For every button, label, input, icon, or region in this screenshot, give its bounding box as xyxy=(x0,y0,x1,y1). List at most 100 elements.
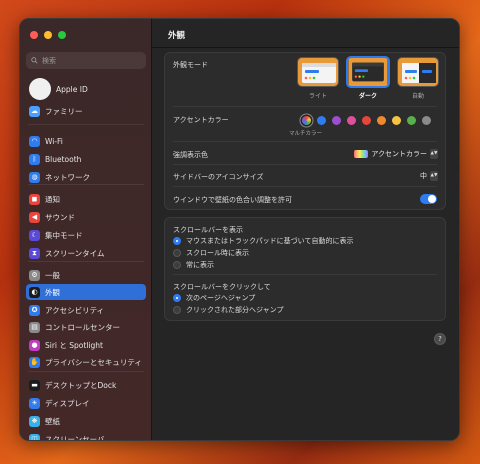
wallpaper-tint-label: ウインドウで壁紙の色合い調整を許可 xyxy=(173,196,292,204)
sidebar-icon-size-label: サイドバーのアイコンサイズ xyxy=(173,173,264,181)
radio-label: マウスまたはトラックパッドに基づいて自動的に表示 xyxy=(186,237,354,245)
row-divider xyxy=(173,186,437,187)
sidebar-item-screensaver[interactable]: ◫ スクリーンセーバ xyxy=(26,431,146,441)
chevron-updown-icon: ▲▼ xyxy=(430,171,438,181)
mode-auto-label: 自動 xyxy=(411,93,424,100)
zoom-button[interactable] xyxy=(58,31,66,39)
minimize-button[interactable] xyxy=(44,31,52,39)
sidebar-item-label: 壁紙 xyxy=(45,416,60,426)
sidebar-item-label: 通知 xyxy=(45,194,60,204)
accent-color-swatch[interactable] xyxy=(317,116,326,125)
sidebar-item-display[interactable]: ☀ ディスプレイ xyxy=(26,395,146,411)
chevron-updown-icon: ▲▼ xyxy=(430,149,438,159)
radio-button[interactable] xyxy=(173,249,181,257)
focus-icon: ☾ xyxy=(29,229,40,241)
sidebar-item-privacy[interactable]: ✋ プライバシーとセキュリティ xyxy=(26,354,146,370)
sidebar-item-network[interactable]: ◍ ネットワーク xyxy=(26,169,146,185)
sidebar-item-label: ネットワーク xyxy=(45,172,90,182)
search-input[interactable]: 検索 xyxy=(26,52,146,69)
sidebar-item-label: 一般 xyxy=(45,270,60,280)
sidebar-item-siri[interactable]: ● Siri と Spotlight xyxy=(26,337,146,353)
row-divider xyxy=(173,141,437,142)
sound-icon: ◀ xyxy=(29,211,40,223)
sidebar-item-label: Siri と Spotlight xyxy=(45,340,103,350)
sidebar-item-notifications[interactable]: ◼ 通知 xyxy=(26,191,146,207)
sidebar-item-screen-time[interactable]: ⧗ スクリーンタイム xyxy=(26,245,146,261)
mode-dark-label: ダーク xyxy=(358,93,377,100)
sidebar-item-label: スクリーンタイム xyxy=(45,248,105,258)
sidebar-item-sound[interactable]: ◀ サウンド xyxy=(26,209,146,225)
privacy-icon: ✋ xyxy=(29,356,40,368)
radio-label: クリックされた部分へジャンプ xyxy=(186,306,284,314)
radio-button[interactable] xyxy=(173,261,181,269)
dock-icon: ▬ xyxy=(29,379,40,391)
accent-multicolor-swatch[interactable] xyxy=(302,116,311,125)
wallpaper-icon: ❋ xyxy=(29,415,40,427)
sidebar-item-label: ファミリー xyxy=(45,106,83,116)
accent-color-swatch[interactable] xyxy=(407,116,416,125)
sidebar-item-accessibility[interactable]: ✪ アクセシビリティ xyxy=(26,302,146,318)
highlight-color-label: 強調表示色 xyxy=(173,151,208,159)
close-button[interactable] xyxy=(30,31,38,39)
radio-jump-next-page[interactable]: 次のページへジャンプ xyxy=(173,293,255,303)
radio-scroll-auto[interactable]: マウスまたはトラックパッドに基づいて自動的に表示 xyxy=(173,236,353,246)
screensaver-icon: ◫ xyxy=(29,433,40,440)
notifications-icon: ◼ xyxy=(29,193,40,205)
help-button[interactable]: ? xyxy=(434,333,446,345)
radio-button[interactable] xyxy=(173,294,181,302)
sidebar-item-gear[interactable]: ⚙ 一般 xyxy=(26,267,146,283)
sidebar-item-apple-id[interactable]: Apple ID xyxy=(26,77,146,101)
sidebar-divider xyxy=(28,371,144,372)
page-title: 外観 xyxy=(168,31,186,41)
wallpaper-tint-toggle[interactable] xyxy=(420,194,437,204)
sidebar-icon-size-value: 中 xyxy=(420,172,427,180)
sidebar-item-label: Bluetooth xyxy=(45,154,82,164)
family-icon: ☁ xyxy=(29,105,40,117)
highlight-color-popup[interactable]: アクセントカラー ▲▼ xyxy=(354,149,438,159)
search-placeholder: 検索 xyxy=(42,56,56,65)
sidebar-item-label: プライバシーとセキュリティ xyxy=(45,357,142,367)
row-divider xyxy=(173,274,437,275)
radio-scroll-always[interactable]: 常に表示 xyxy=(173,260,214,270)
header-divider xyxy=(152,47,459,48)
sidebar-item-label: アクセシビリティ xyxy=(45,305,105,315)
accent-color-swatch[interactable] xyxy=(392,116,401,125)
sidebar-item-bluetooth[interactable]: ᛒ Bluetooth xyxy=(26,151,146,167)
sidebar-item-label: スクリーンセーバ xyxy=(45,434,105,441)
appearance-icon: ◐ xyxy=(29,286,40,298)
multicolor-label: マルチカラー xyxy=(289,131,323,137)
mode-light-thumb[interactable] xyxy=(297,57,339,87)
network-icon: ◍ xyxy=(29,171,40,183)
radio-label: 常に表示 xyxy=(186,261,214,269)
sidebar-item-wallpaper[interactable]: ❋ 壁紙 xyxy=(26,413,146,429)
accent-color-swatch[interactable] xyxy=(347,116,356,125)
show-scrollbars-label: スクロールバーを表示 xyxy=(173,226,243,234)
sidebar-icon-size-popup[interactable]: 中 ▲▼ xyxy=(420,171,438,181)
radio-button[interactable] xyxy=(173,237,181,245)
accent-color-swatch[interactable] xyxy=(332,116,341,125)
radio-button[interactable] xyxy=(173,306,181,314)
scrollbar-group: スクロールバーを表示 マウスまたはトラックパッドに基づいて自動的に表示 スクロー… xyxy=(164,217,446,321)
mode-auto-thumb[interactable] xyxy=(397,57,439,87)
radio-scroll-when-scrolling[interactable]: スクロール時に表示 xyxy=(173,248,249,258)
accent-color-swatch[interactable] xyxy=(377,116,386,125)
radio-label: スクロール時に表示 xyxy=(186,249,249,257)
sidebar-item-control-center[interactable]: ▤ コントロールセンター xyxy=(26,319,146,335)
sidebar-item-dock[interactable]: ▬ デスクトップとDock xyxy=(26,377,146,393)
accent-color-swatch[interactable] xyxy=(422,116,431,125)
sidebar-item-focus[interactable]: ☾ 集中モード xyxy=(26,227,146,243)
sidebar-item-wifi[interactable]: ◠ Wi-Fi xyxy=(26,133,146,149)
mode-dark-thumb[interactable] xyxy=(346,56,390,88)
siri-icon: ● xyxy=(29,339,40,351)
highlight-value: アクセントカラー xyxy=(371,150,427,158)
system-settings-window: 検索 Apple ID ☁ ファミリー ◠ Wi-Fi ᛒ Bluetooth ◍ ネットワー… xyxy=(19,18,460,441)
accent-color-swatch[interactable] xyxy=(362,116,371,125)
sidebar-item-label: ディスプレイ xyxy=(45,398,90,408)
accessibility-icon: ✪ xyxy=(29,304,40,316)
sidebar-item-appearance[interactable]: ◐ 外観 xyxy=(26,284,146,300)
sidebar-item-label: コントロールセンター xyxy=(45,322,120,332)
sidebar-item-family[interactable]: ☁ ファミリー xyxy=(26,103,146,119)
screen-time-icon: ⧗ xyxy=(29,247,40,259)
radio-jump-clicked-spot[interactable]: クリックされた部分へジャンプ xyxy=(173,305,283,315)
appearance-group: 外観モード ライト ダーク 自動 アクセントカラー マルチカラー 強調表示色 ア… xyxy=(164,52,446,210)
